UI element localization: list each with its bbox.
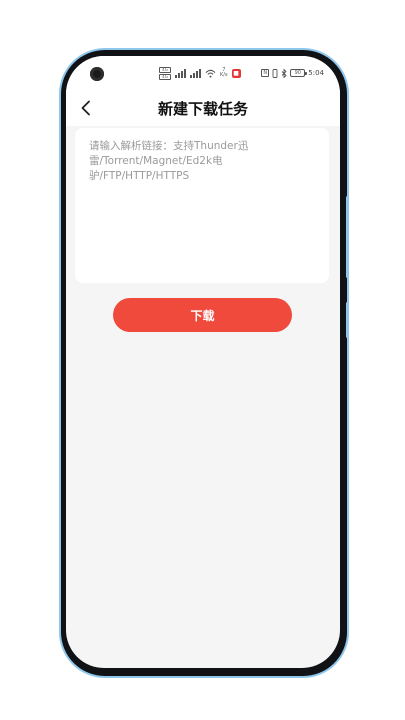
link-input-card bbox=[75, 128, 329, 283]
volume-button bbox=[346, 196, 349, 278]
status-time: 5:04 bbox=[308, 69, 324, 77]
link-input[interactable] bbox=[75, 128, 329, 283]
nav-header: 新建下载任务 bbox=[66, 90, 340, 126]
bluetooth-icon bbox=[281, 68, 287, 78]
wifi-icon bbox=[205, 69, 216, 78]
signal-strength-icon bbox=[175, 68, 186, 78]
vibrate-icon bbox=[272, 68, 278, 78]
sim1-icon: 4G bbox=[159, 66, 171, 73]
page-title: 新建下载任务 bbox=[157, 100, 248, 118]
signal-strength-2-icon bbox=[190, 68, 201, 78]
power-button bbox=[346, 302, 349, 338]
sim2-icon: 4G bbox=[159, 73, 171, 80]
notification-badge-icon: ■ bbox=[231, 68, 241, 78]
status-right: N 90 5:04 bbox=[261, 66, 324, 80]
app-screen: 4G 4G 7 K/s ■ N 90 5:04 新建下载任务 请输入解析链接：支… bbox=[66, 56, 340, 668]
battery-icon: 90 bbox=[290, 69, 308, 77]
status-bar: 4G 4G 7 K/s ■ N 90 5:04 bbox=[66, 56, 340, 90]
status-indicators: 4G 4G 7 K/s ■ bbox=[159, 65, 241, 81]
network-speed: 7 K/s bbox=[220, 67, 228, 78]
device-stage: 4G 4G 7 K/s ■ N 90 5:04 新建下载任务 请输入解析链接：支… bbox=[0, 0, 405, 720]
download-button[interactable]: 下载 bbox=[113, 298, 292, 332]
sim-icons: 4G 4G bbox=[159, 66, 171, 80]
nfc-icon: N bbox=[261, 69, 270, 77]
front-camera bbox=[90, 67, 104, 81]
